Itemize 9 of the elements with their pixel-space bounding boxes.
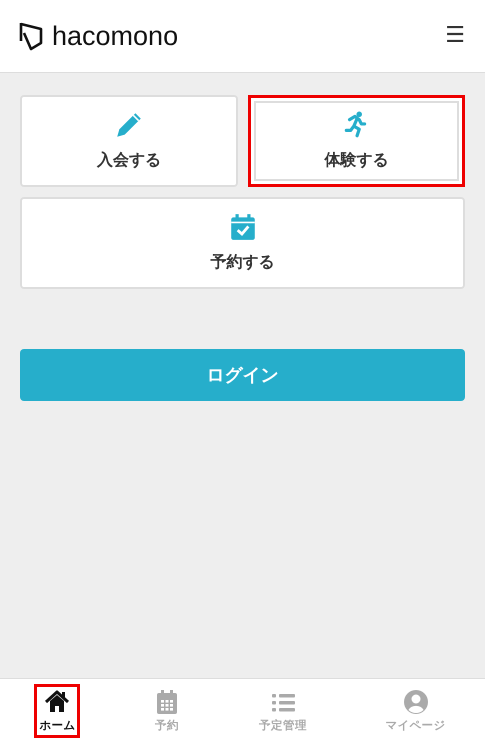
- logo-text: hacomono: [52, 22, 178, 50]
- logo-icon: [19, 21, 44, 51]
- action-tile[interactable]: 入会する: [20, 95, 238, 187]
- menu-icon[interactable]: ☰: [445, 25, 465, 47]
- nav-tab[interactable]: ホーム: [36, 686, 78, 736]
- user-icon: [402, 688, 429, 715]
- home-icon: [44, 688, 70, 715]
- action-tile[interactable]: 予約する: [20, 197, 465, 289]
- action-tile[interactable]: 体験する: [248, 95, 465, 187]
